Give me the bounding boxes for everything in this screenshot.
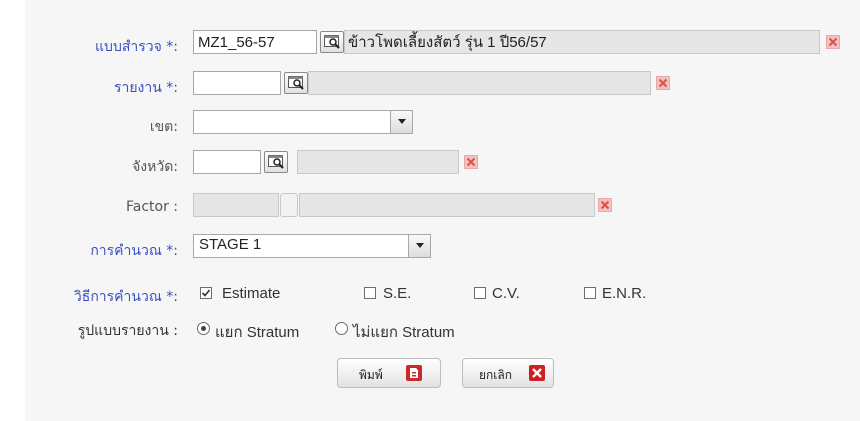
report-code-input[interactable] xyxy=(193,71,281,95)
cancel-button[interactable]: ยกเลิก xyxy=(462,358,554,388)
report-format-label: รูปแบบรายงาน : xyxy=(77,323,178,339)
survey-lookup-button[interactable] xyxy=(320,31,344,53)
magnifier-lookup-icon xyxy=(324,35,340,49)
factor-lookup-button xyxy=(280,193,298,217)
calculation-selected-value: STAGE 1 xyxy=(199,236,262,253)
report-format-row: รูปแบบรายงาน : แยก Stratum ไม่แยก Stratu… xyxy=(0,314,860,344)
survey-name-display: ข้าวโพดเลี้ยงสัตว์ รุ่น 1 ปี56/57 xyxy=(344,30,820,54)
factor-name-display xyxy=(299,193,595,217)
pdf-icon xyxy=(406,365,422,381)
magnifier-lookup-icon xyxy=(268,155,284,169)
enr-checkbox[interactable] xyxy=(584,287,596,299)
report-clear-button[interactable] xyxy=(656,76,670,90)
zone-select[interactable] xyxy=(193,110,413,134)
report-name-display xyxy=(308,71,651,95)
zone-row: เขต: xyxy=(0,110,860,140)
province-row: จังหวัด: xyxy=(0,150,860,180)
factor-clear-button xyxy=(598,198,612,212)
clear-x-icon xyxy=(828,37,838,47)
chevron-down-icon xyxy=(398,119,406,124)
survey-code-input[interactable]: MZ1_56-57 xyxy=(193,30,317,54)
split-stratum-radio[interactable] xyxy=(197,322,210,335)
calculation-dropdown-arrow[interactable] xyxy=(408,235,430,257)
factor-label: Factor : xyxy=(125,199,178,215)
se-checkbox[interactable] xyxy=(364,287,376,299)
report-label: รายงาน *: xyxy=(113,80,178,96)
province-name-display xyxy=(297,150,459,174)
clear-x-icon xyxy=(658,78,668,88)
cancel-x-icon xyxy=(529,365,545,381)
province-code-input[interactable] xyxy=(193,150,261,174)
factor-code-input xyxy=(193,193,279,217)
enr-option-label: E.N.R. xyxy=(602,285,647,302)
no-split-stratum-label: ไม่แยก Stratum xyxy=(353,324,455,341)
survey-clear-button[interactable] xyxy=(826,35,840,49)
cancel-button-label: ยกเลิก xyxy=(479,368,513,382)
magnifier-lookup-icon xyxy=(288,76,304,90)
zone-label: เขต: xyxy=(149,119,178,135)
print-button[interactable]: พิมพ์ xyxy=(337,358,441,388)
survey-row: แบบสำรวจ *: MZ1_56-57 ข้าวโพดเลี้ยงสัตว์… xyxy=(0,30,860,60)
split-stratum-label: แยก Stratum xyxy=(215,324,300,341)
se-option-label: S.E. xyxy=(383,285,412,302)
checkmark-icon xyxy=(201,289,211,297)
cv-checkbox[interactable] xyxy=(474,287,486,299)
cv-option-label: C.V. xyxy=(492,285,520,302)
chevron-down-icon xyxy=(416,243,424,248)
calculation-row: การคำนวณ *: STAGE 1 xyxy=(0,234,860,264)
calculation-select[interactable]: STAGE 1 xyxy=(193,234,431,258)
radio-selected-dot xyxy=(201,326,206,331)
print-button-label: พิมพ์ xyxy=(359,368,383,382)
province-clear-button[interactable] xyxy=(464,155,478,169)
factor-row: Factor : xyxy=(0,193,860,223)
clear-x-icon xyxy=(600,200,610,210)
province-label: จังหวัด: xyxy=(132,159,178,175)
estimate-checkbox[interactable] xyxy=(200,287,212,299)
report-lookup-button[interactable] xyxy=(284,72,308,94)
method-label: วิธีการคำนวณ *: xyxy=(73,289,178,305)
method-row: วิธีการคำนวณ *: Estimate S.E. C.V. E.N.R… xyxy=(0,280,860,310)
clear-x-icon xyxy=(466,157,476,167)
survey-label: แบบสำรวจ *: xyxy=(95,39,178,55)
no-split-stratum-radio[interactable] xyxy=(335,322,348,335)
province-lookup-button[interactable] xyxy=(264,151,288,173)
estimate-option-label: Estimate xyxy=(222,285,281,302)
calculation-label: การคำนวณ *: xyxy=(90,243,178,259)
report-row: รายงาน *: xyxy=(0,71,860,101)
zone-dropdown-arrow[interactable] xyxy=(390,111,412,133)
